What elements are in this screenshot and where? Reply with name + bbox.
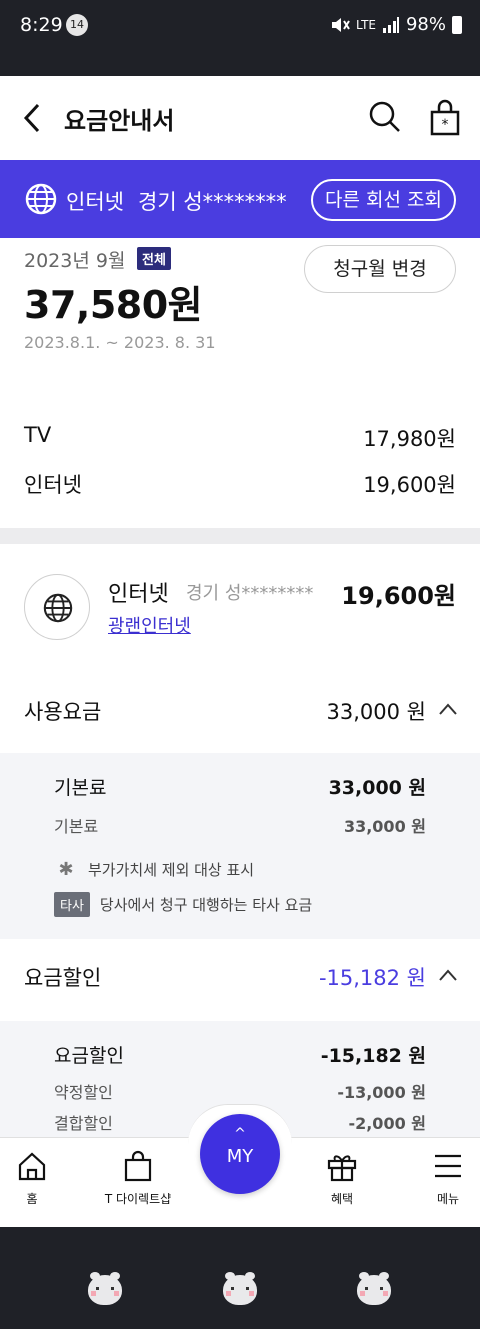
nav-benefit[interactable]: 혜택 (322, 1150, 362, 1207)
discount-main-amount: -15,182 원 (320, 1045, 426, 1067)
usage-main-label: 기본료 (54, 777, 107, 799)
line-service: 인터넷 (66, 190, 124, 214)
usage-fee-label: 사용요금 (24, 700, 102, 724)
signal-icon (382, 16, 399, 33)
battery-percent: 98% (405, 14, 446, 35)
usage-main-amount: 33,000 원 (328, 777, 426, 799)
bottom-nav: 홈 T 다이렉트샵 ^ MY 혜택 메뉴 (0, 1104, 480, 1227)
nav-home[interactable]: 홈 (14, 1150, 50, 1207)
summary-row-label: TV (24, 423, 52, 447)
status-time: 8:29 (20, 14, 63, 36)
shopping-bag-icon (124, 1150, 152, 1182)
service-icon-circle (24, 574, 90, 640)
home-button[interactable] (223, 1272, 257, 1305)
summary-row-label: 인터넷 (24, 473, 82, 497)
discount-header[interactable]: 요금할인 -15,182 원 (0, 942, 480, 1012)
nav-home-label: 홈 (26, 1192, 38, 1206)
nav-my-button[interactable]: ^ MY (200, 1114, 280, 1194)
other-line-button[interactable]: 다른 회선 조회 (311, 179, 456, 221)
shopping-bag-icon[interactable]: * (428, 98, 462, 136)
usage-fee-body: 기본료 33,000 원 기본료 33,000 원 ✱ 부가가치세 제외 대상 … (0, 753, 480, 939)
line-customer: 경기 성******** (138, 190, 287, 214)
discount-sub-amount: -13,000 원 (337, 1083, 426, 1102)
network-type: LTE (356, 17, 376, 32)
discount-amount: -15,182 원 (318, 966, 426, 990)
third-party-tag: 타사 (54, 892, 90, 917)
discount-sub-line: 약정할인 -13,000 원 (54, 1079, 426, 1103)
chevron-up-icon: ^ (234, 1126, 246, 1142)
svg-text:*: * (442, 117, 449, 133)
notification-count-badge: 14 (66, 14, 88, 36)
discount-sub-amount: -2,000 원 (348, 1114, 426, 1133)
mute-icon (332, 17, 350, 32)
third-party-note: 타사 당사에서 청구 대행하는 타사 요금 (54, 892, 312, 917)
summary-row-amount: 19,600원 (363, 473, 456, 497)
selected-line-band: 인터넷 경기 성******** 다른 회선 조회 (0, 160, 480, 238)
discount-sub-label: 결합할인 (54, 1114, 113, 1133)
nav-my-label: MY (226, 1146, 254, 1167)
menu-icon (435, 1154, 461, 1178)
usage-main-line: 기본료 33,000 원 (54, 773, 426, 800)
app-screen: 요금안내서 * 인터넷 경기 성******** 다른 회선 조회 2023년 … (0, 76, 480, 1227)
nav-shop[interactable]: T 다이렉트샵 (88, 1150, 188, 1207)
back-button[interactable] (357, 1272, 391, 1305)
bill-month: 2023년 9월 (24, 250, 126, 272)
summary-row-internet: 인터넷 19,600원 (24, 469, 456, 499)
nav-shop-label: T 다이렉트샵 (104, 1192, 172, 1206)
bill-period: 2023.8.1. ~ 2023. 8. 31 (24, 333, 216, 352)
status-icons: LTE 98% (330, 14, 462, 35)
change-month-button[interactable]: 청구월 변경 (304, 245, 456, 293)
detail-customer: 경기 성******** (186, 583, 314, 604)
globe-icon (25, 183, 57, 215)
gift-icon (327, 1155, 357, 1182)
asterisk-icon: ✱ (58, 859, 74, 880)
system-nav-bar (0, 1227, 480, 1329)
discount-main-label: 요금할인 (54, 1045, 124, 1067)
usage-fee-amount: 33,000 원 (326, 700, 426, 724)
third-party-note-text: 당사에서 청구 대행하는 타사 요금 (99, 896, 313, 914)
back-arrow-icon[interactable] (18, 100, 48, 136)
discount-main-line: 요금할인 -15,182 원 (54, 1041, 426, 1068)
chevron-up-icon[interactable] (438, 702, 458, 716)
nav-menu-label: 메뉴 (436, 1192, 460, 1206)
status-bar: 8:29 14 LTE 98% (0, 0, 480, 76)
top-bar: 요금안내서 * (0, 76, 480, 160)
vat-note: ✱ 부가가치세 제외 대상 표시 (54, 859, 254, 880)
detail-service: 인터넷 (108, 582, 169, 607)
nav-benefit-label: 혜택 (330, 1192, 354, 1206)
chevron-up-icon[interactable] (438, 968, 458, 982)
nav-menu[interactable]: 메뉴 (430, 1150, 466, 1207)
bill-summary: 2023년 9월 전체 청구월 변경 37,580원 2023.8.1. ~ 2… (0, 238, 480, 528)
usage-sub-amount: 33,000 원 (343, 817, 426, 836)
summary-row-tv: TV 17,980원 (24, 423, 456, 453)
summary-row-amount: 17,980원 (363, 427, 456, 451)
page-title: 요금안내서 (64, 107, 175, 135)
usage-sub-label: 기본료 (54, 817, 99, 836)
recent-apps-button[interactable] (88, 1272, 122, 1305)
globe-icon (43, 593, 73, 623)
discount-label: 요금할인 (24, 966, 102, 990)
plan-link[interactable]: 광랜인터넷 (108, 612, 191, 638)
discount-sub-label: 약정할인 (54, 1083, 113, 1102)
section-divider (0, 528, 480, 544)
total-amount: 37,580원 (24, 283, 203, 327)
search-icon[interactable] (368, 100, 402, 134)
home-icon (18, 1152, 46, 1181)
usage-sub-line: 기본료 33,000 원 (54, 813, 426, 837)
detail-amount: 19,600원 (341, 582, 456, 610)
battery-icon (452, 15, 462, 34)
vat-note-text: 부가가치세 제외 대상 표시 (88, 861, 255, 879)
scope-badge: 전체 (137, 247, 171, 270)
usage-fee-header[interactable]: 사용요금 33,000 원 (0, 676, 480, 746)
